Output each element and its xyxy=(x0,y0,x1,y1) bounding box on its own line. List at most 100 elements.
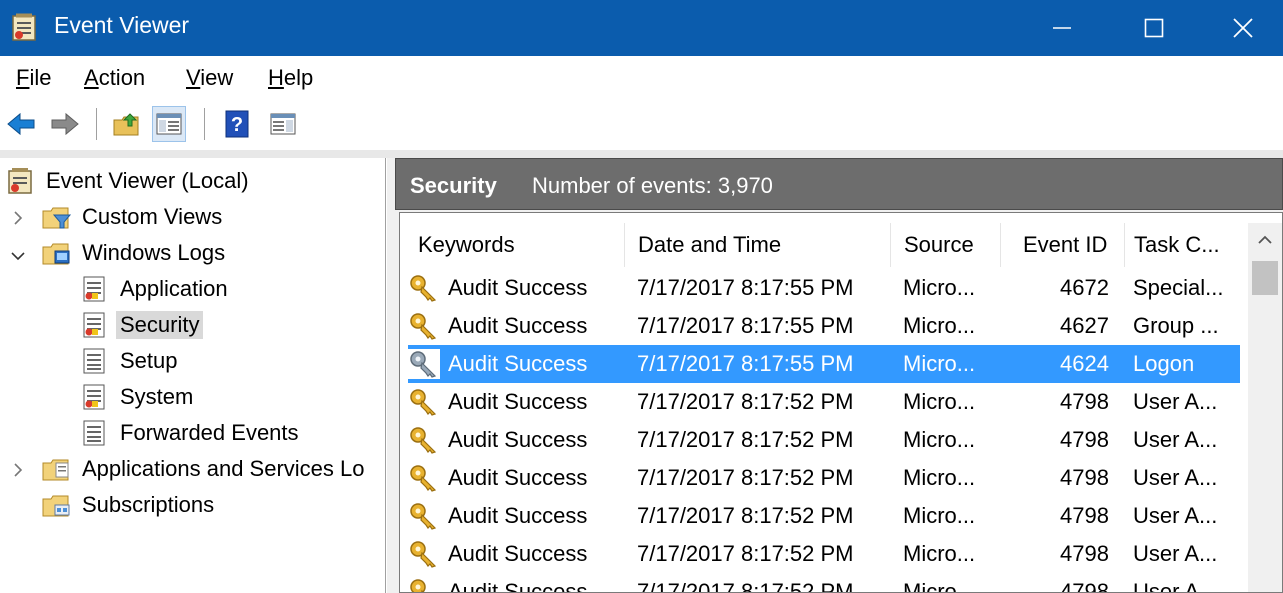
log-icon xyxy=(83,384,105,410)
show-hide-tree-button[interactable] xyxy=(152,106,186,142)
tree-item-windows-logs[interactable]: Windows Logs xyxy=(42,236,229,270)
tree-label: Application xyxy=(120,276,228,301)
tree-item-application[interactable]: Application xyxy=(80,272,232,306)
key-icon xyxy=(410,389,437,416)
cell-event-id: 4627 xyxy=(1060,313,1109,338)
cell-date-time: 7/17/2017 8:17:52 PM xyxy=(637,579,854,593)
minimize-button[interactable] xyxy=(1016,0,1108,56)
cell-event-id: 4798 xyxy=(1060,579,1109,593)
cell-date-time: 7/17/2017 8:17:55 PM xyxy=(637,313,854,338)
menu-action[interactable]: Action xyxy=(84,65,145,91)
title-bar[interactable]: Event Viewer xyxy=(0,0,1283,56)
table-row[interactable]: Audit Success 7/17/2017 8:17:55 PM Micro… xyxy=(408,269,1240,307)
scroll-up-button[interactable] xyxy=(1248,223,1282,257)
pane-splitter[interactable] xyxy=(387,158,395,593)
cell-task-category: User A... xyxy=(1133,579,1218,593)
tree-item-setup[interactable]: Setup xyxy=(80,344,182,378)
menu-action-mnemonic: A xyxy=(84,65,99,90)
tree-label: Applications and Services Lo xyxy=(82,456,365,481)
key-icon xyxy=(410,503,437,530)
column-header-date-time[interactable]: Date and Time xyxy=(638,223,781,267)
up-folder-icon xyxy=(113,113,139,136)
column-separator[interactable] xyxy=(890,223,891,267)
cell-event-id: 4624 xyxy=(1060,351,1109,376)
column-header-keywords[interactable]: Keywords xyxy=(418,223,515,267)
cell-source: Micro... xyxy=(903,351,976,376)
menu-view[interactable]: View xyxy=(186,65,233,91)
cell-event-id: 4798 xyxy=(1060,427,1109,452)
show-hide-tree-icon xyxy=(156,113,182,135)
table-row[interactable]: Audit Success 7/17/2017 8:17:52 PM Micro… xyxy=(408,535,1240,573)
up-one-level-button[interactable] xyxy=(110,106,144,142)
tree-item-applications-and-services[interactable]: Applications and Services Lo xyxy=(42,452,369,486)
windows-logs-folder-icon xyxy=(42,243,70,265)
results-pane: Security Number of events: 3,970 Keyword… xyxy=(395,158,1283,593)
cell-task-category: User A... xyxy=(1133,541,1218,566)
table-row-selected[interactable]: Audit Success 7/17/2017 8:17:55 PM Micro… xyxy=(408,345,1240,383)
cell-date-time: 7/17/2017 8:17:55 PM xyxy=(637,275,854,300)
folder-icon xyxy=(42,459,69,481)
cell-event-id: 4798 xyxy=(1060,389,1109,414)
maximize-button[interactable] xyxy=(1108,0,1200,56)
cell-date-time: 7/17/2017 8:17:52 PM xyxy=(637,389,854,414)
tree-item-subscriptions[interactable]: Subscriptions xyxy=(42,488,218,522)
cell-task-category: User A... xyxy=(1133,503,1218,528)
minimize-icon xyxy=(1053,27,1071,29)
scroll-thumb[interactable] xyxy=(1252,261,1278,295)
column-header-task-category[interactable]: Task C... xyxy=(1134,223,1220,267)
svg-text:?: ? xyxy=(231,114,243,136)
table-row[interactable]: Audit Success 7/17/2017 8:17:52 PM Micro… xyxy=(408,383,1240,421)
table-row[interactable]: Audit Success 7/17/2017 8:17:52 PM Micro… xyxy=(408,421,1240,459)
vertical-scrollbar[interactable] xyxy=(1248,223,1282,592)
tree-label: System xyxy=(120,384,194,409)
cell-keywords: Audit Success xyxy=(448,541,588,566)
back-button[interactable] xyxy=(4,106,38,142)
key-icon xyxy=(410,427,437,454)
cell-date-time: 7/17/2017 8:17:55 PM xyxy=(637,351,854,376)
tree-item-custom-views[interactable]: Custom Views xyxy=(42,200,226,234)
cell-keywords: Audit Success xyxy=(448,579,588,593)
key-icon xyxy=(410,579,426,592)
tree-item-event-viewer-local[interactable]: Event Viewer (Local) xyxy=(6,164,253,198)
help-button[interactable]: ? xyxy=(220,106,254,142)
cell-source: Micro... xyxy=(903,389,976,414)
back-arrow-icon xyxy=(7,112,35,136)
tree-label: Security xyxy=(116,311,204,339)
menu-view-mnemonic: V xyxy=(186,65,201,90)
cell-keywords: Audit Success xyxy=(448,503,588,528)
cell-keywords: Audit Success xyxy=(448,351,588,376)
table-row[interactable]: Audit Success 7/17/2017 8:17:52 PM Micro… xyxy=(408,459,1240,497)
tree-item-forwarded-events[interactable]: Forwarded Events xyxy=(80,416,303,450)
table-row[interactable]: Audit Success 7/17/2017 8:17:52 PM Micro… xyxy=(408,573,1240,593)
tree-label: Event Viewer (Local) xyxy=(46,168,249,193)
tree-item-system[interactable]: System xyxy=(80,380,197,414)
expand-chevron-icon[interactable] xyxy=(10,210,26,226)
table-row[interactable]: Audit Success 7/17/2017 8:17:52 PM Micro… xyxy=(408,497,1240,535)
cell-task-category: User A... xyxy=(1133,465,1218,490)
table-row[interactable]: Audit Success 7/17/2017 8:17:55 PM Micro… xyxy=(408,307,1240,345)
cell-task-category: User A... xyxy=(1133,389,1218,414)
pane-separator xyxy=(0,150,1283,158)
forward-button[interactable] xyxy=(48,106,82,142)
collapse-chevron-icon[interactable] xyxy=(10,248,26,264)
column-header-source[interactable]: Source xyxy=(904,223,974,267)
cell-keywords: Audit Success xyxy=(448,313,588,338)
tree-label: Custom Views xyxy=(82,204,223,229)
forward-arrow-icon xyxy=(51,112,79,136)
close-button[interactable] xyxy=(1197,0,1283,56)
show-action-pane-icon xyxy=(270,113,296,135)
menu-help-label: elp xyxy=(283,65,314,90)
menu-help[interactable]: Help xyxy=(268,65,313,91)
cell-date-time: 7/17/2017 8:17:52 PM xyxy=(637,541,854,566)
tree-item-security[interactable]: Security xyxy=(80,308,204,342)
column-separator[interactable] xyxy=(1000,223,1001,267)
column-header-event-id[interactable]: Event ID xyxy=(1023,223,1107,267)
column-separator[interactable] xyxy=(1124,223,1125,267)
menu-file[interactable]: File xyxy=(16,65,51,91)
column-separator[interactable] xyxy=(624,223,625,267)
cell-source: Micro... xyxy=(903,275,976,300)
cell-task-category: Special... xyxy=(1133,275,1224,300)
cell-source: Micro... xyxy=(903,427,976,452)
expand-chevron-icon[interactable] xyxy=(10,462,26,478)
show-action-pane-button[interactable] xyxy=(266,106,300,142)
